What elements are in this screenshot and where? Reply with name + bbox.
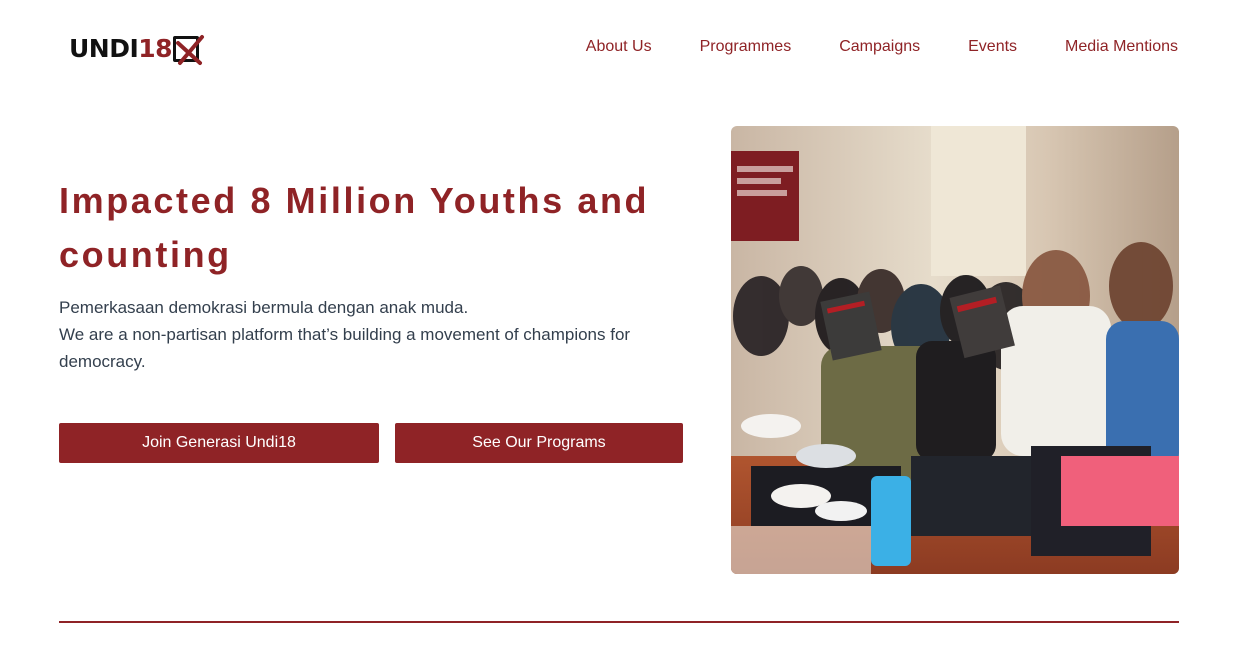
hero-tagline-malay: Pemerkasaan demokrasi bermula dengan ana… — [59, 298, 469, 317]
logo-text-undi: UNDI — [69, 34, 139, 63]
nav-media-mentions[interactable]: Media Mentions — [1065, 37, 1178, 57]
hero-title: Impacted 8 Million Youths and counting — [59, 180, 650, 275]
nav-events[interactable]: Events — [968, 37, 1017, 57]
hero-tagline-english: We are a non-partisan platform that’s bu… — [59, 325, 631, 371]
see-our-programs-button[interactable]: See Our Programs — [395, 423, 683, 463]
section-divider — [59, 621, 1179, 623]
ballot-check-icon — [173, 35, 205, 65]
hero-event-photo — [731, 126, 1179, 574]
nav-campaigns[interactable]: Campaigns — [839, 37, 920, 57]
hero-description: Pemerkasaan demokrasi bermula dengan ana… — [59, 294, 709, 375]
site-header: UNDI 18 About Us Programmes Campaigns Ev… — [0, 0, 1252, 96]
main-nav: About Us Programmes Campaigns Events Med… — [586, 37, 1178, 57]
join-generasi-undi18-button[interactable]: Join Generasi Undi18 — [59, 423, 379, 463]
undi18-logo[interactable]: UNDI 18 — [69, 33, 205, 65]
nav-programmes[interactable]: Programmes — [700, 37, 792, 57]
nav-about-us[interactable]: About Us — [586, 37, 652, 57]
logo-text-18: 18 — [138, 34, 173, 63]
